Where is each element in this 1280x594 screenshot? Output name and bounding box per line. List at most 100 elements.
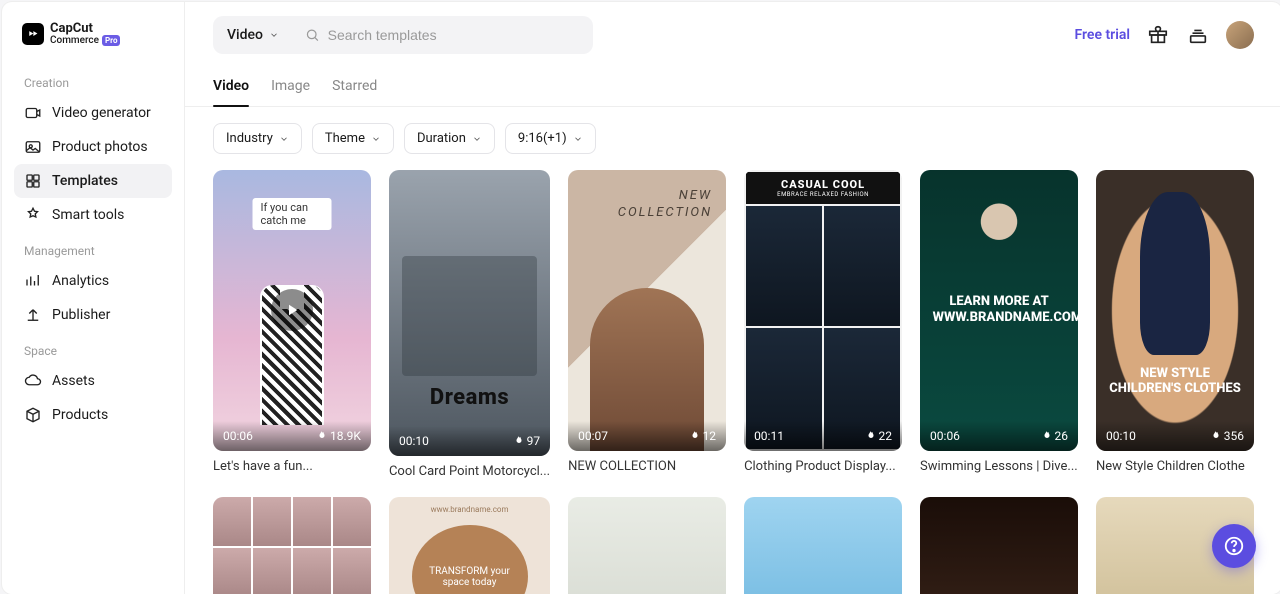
overlay-text: CASUAL COOLEMBRACE RELAXED FASHION: [746, 172, 900, 204]
filter-label: 9:16(+1): [518, 131, 567, 146]
search-icon: [305, 27, 320, 43]
sidebar: CapCut CommercePro Creation Video genera…: [2, 2, 185, 594]
template-thumbnail[interactable]: If you can catch me 00:06 18.9K: [213, 170, 371, 451]
sidebar-item-label: Products: [52, 407, 108, 423]
template-title: Let's have a fun...: [213, 459, 371, 474]
sidebar-item-smart-tools[interactable]: Smart tools: [14, 198, 172, 232]
search-type-label: Video: [227, 27, 263, 43]
sidebar-item-label: Video generator: [52, 105, 151, 121]
sidebar-item-video-generator[interactable]: Video generator: [14, 96, 172, 130]
tab-starred[interactable]: Starred: [332, 68, 377, 106]
logo-icon: [22, 23, 44, 45]
filter-label: Theme: [325, 131, 365, 146]
template-card: NEWCOLLECTION 00:0712 NEW COLLECTION: [568, 170, 726, 479]
template-card: CASUAL COOLEMBRACE RELAXED FASHION 00:11…: [744, 170, 902, 479]
filter-theme[interactable]: Theme: [312, 123, 394, 154]
filter-label: Industry: [226, 131, 273, 146]
duration-badge: 00:07: [578, 429, 608, 443]
sidebar-item-assets[interactable]: Assets: [14, 364, 172, 398]
filters: Industry Theme Duration 9:16(+1): [185, 107, 1280, 166]
use-count: 18.9K: [330, 429, 361, 443]
topbar: Video Free trial: [185, 2, 1280, 68]
flame-icon: [315, 430, 327, 442]
assets-icon: [24, 372, 42, 390]
gift-icon: [1147, 24, 1169, 46]
chevron-down-icon: [269, 30, 279, 40]
sidebar-item-analytics[interactable]: Analytics: [14, 264, 172, 298]
filter-label: Duration: [417, 131, 466, 146]
smart-tools-icon: [24, 206, 42, 224]
search-group: Video: [213, 16, 593, 54]
product-photos-icon: [24, 138, 42, 156]
sidebar-item-templates[interactable]: Templates: [14, 164, 172, 198]
tab-image[interactable]: Image: [271, 68, 310, 106]
overlay-text: If you can catch me: [252, 198, 331, 230]
sidebar-item-label: Product photos: [52, 139, 148, 155]
flame-icon: [864, 430, 876, 442]
chevron-down-icon: [279, 134, 289, 144]
filter-industry[interactable]: Industry: [213, 123, 302, 154]
gift-button[interactable]: [1146, 23, 1170, 47]
play-icon: [271, 289, 313, 331]
overlay-url: www.brandname.com: [389, 505, 550, 514]
chevron-down-icon: [371, 134, 381, 144]
flame-icon: [1209, 430, 1221, 442]
template-thumbnail[interactable]: [744, 497, 902, 594]
templates-icon: [24, 172, 42, 190]
template-thumbnail[interactable]: Dreams 00:1097: [389, 170, 550, 456]
use-count: 356: [1224, 429, 1244, 443]
sidebar-item-label: Analytics: [52, 273, 109, 289]
main-content: Video Free trial Video Image Starred: [185, 2, 1280, 594]
template-card: [568, 497, 726, 594]
free-trial-link[interactable]: Free trial: [1074, 27, 1130, 43]
brand-logo[interactable]: CapCut CommercePro: [14, 18, 172, 64]
template-thumbnail[interactable]: [920, 497, 1078, 594]
flame-icon: [1040, 430, 1052, 442]
search-type-dropdown[interactable]: Video: [213, 16, 293, 54]
duration-badge: 00:06: [223, 429, 253, 443]
template-card: LEARN MORE AT WWW.BRANDNAME.COM 00:0626 …: [920, 170, 1078, 479]
template-thumbnail[interactable]: [568, 497, 726, 594]
template-thumbnail[interactable]: www.brandname.com TRANSFORM your space to…: [389, 497, 550, 594]
filter-aspect[interactable]: 9:16(+1): [505, 123, 596, 154]
use-count: 22: [879, 429, 893, 443]
template-card: [920, 497, 1078, 594]
tabs: Video Image Starred: [185, 68, 1280, 107]
duration-badge: 00:06: [930, 429, 960, 443]
overlay-text: Dreams: [430, 385, 509, 410]
tab-video[interactable]: Video: [213, 68, 249, 106]
avatar[interactable]: [1226, 21, 1254, 49]
tab-label: Video: [213, 78, 249, 94]
sidebar-item-publisher[interactable]: Publisher: [14, 298, 172, 332]
template-thumbnail[interactable]: [213, 497, 371, 594]
template-card: www.brandname.com TRANSFORM your space to…: [389, 497, 550, 594]
template-thumbnail[interactable]: NEWCOLLECTION 00:0712: [568, 170, 726, 451]
section-management: Management: [14, 232, 172, 264]
overlay-text: TRANSFORM your space today: [412, 525, 528, 594]
publisher-icon: [24, 306, 42, 324]
section-creation: Creation: [14, 64, 172, 96]
sidebar-item-label: Assets: [52, 373, 95, 389]
use-count: 97: [527, 434, 541, 448]
sidebar-item-products[interactable]: Products: [14, 398, 172, 432]
template-thumbnail[interactable]: NEW STYLE CHILDREN'S CLOTHES 00:10356: [1096, 170, 1254, 451]
stack-icon: [1187, 24, 1209, 46]
filter-duration[interactable]: Duration: [404, 123, 495, 154]
sidebar-item-product-photos[interactable]: Product photos: [14, 130, 172, 164]
use-count: 26: [1055, 429, 1069, 443]
template-thumbnail[interactable]: CASUAL COOLEMBRACE RELAXED FASHION 00:11…: [744, 170, 902, 451]
duration-badge: 00:10: [1106, 429, 1136, 443]
duration-badge: 00:11: [754, 429, 784, 443]
template-card: [213, 497, 371, 594]
tab-label: Image: [271, 78, 310, 94]
help-fab[interactable]: [1212, 524, 1256, 568]
pro-badge: Pro: [102, 35, 120, 46]
search-input[interactable]: [328, 27, 581, 43]
collections-button[interactable]: [1186, 23, 1210, 47]
brand-name: CapCut: [50, 22, 120, 35]
template-card: NEW STYLE CHILDREN'S CLOTHES 00:10356 Ne…: [1096, 170, 1254, 479]
sidebar-item-label: Templates: [52, 173, 118, 189]
flame-icon: [688, 430, 700, 442]
template-thumbnail[interactable]: LEARN MORE AT WWW.BRANDNAME.COM 00:0626: [920, 170, 1078, 451]
section-space: Space: [14, 332, 172, 364]
